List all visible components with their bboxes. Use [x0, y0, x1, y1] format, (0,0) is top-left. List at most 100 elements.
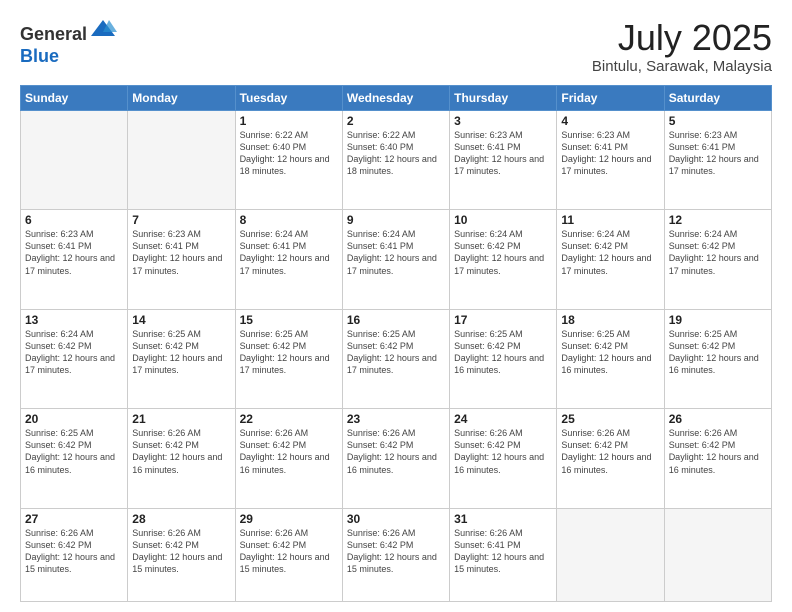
calendar-day-cell: 26Sunrise: 6:26 AMSunset: 6:42 PMDayligh…: [664, 409, 771, 509]
calendar-day-cell: 30Sunrise: 6:26 AMSunset: 6:42 PMDayligh…: [342, 508, 449, 601]
day-detail: Sunrise: 6:25 AMSunset: 6:42 PMDaylight:…: [240, 328, 338, 377]
calendar-day-cell: 23Sunrise: 6:26 AMSunset: 6:42 PMDayligh…: [342, 409, 449, 509]
calendar-week-row: 6Sunrise: 6:23 AMSunset: 6:41 PMDaylight…: [21, 210, 772, 310]
calendar-day-cell: 5Sunrise: 6:23 AMSunset: 6:41 PMDaylight…: [664, 110, 771, 210]
day-number: 3: [454, 114, 552, 128]
day-number: 28: [132, 512, 230, 526]
calendar-table: SundayMondayTuesdayWednesdayThursdayFrid…: [20, 85, 772, 602]
calendar-day-cell: [557, 508, 664, 601]
day-number: 23: [347, 412, 445, 426]
day-detail: Sunrise: 6:26 AMSunset: 6:42 PMDaylight:…: [347, 427, 445, 476]
weekday-header-row: SundayMondayTuesdayWednesdayThursdayFrid…: [21, 85, 772, 110]
day-detail: Sunrise: 6:22 AMSunset: 6:40 PMDaylight:…: [347, 129, 445, 178]
day-detail: Sunrise: 6:25 AMSunset: 6:42 PMDaylight:…: [347, 328, 445, 377]
day-number: 27: [25, 512, 123, 526]
calendar-day-cell: 14Sunrise: 6:25 AMSunset: 6:42 PMDayligh…: [128, 309, 235, 409]
day-number: 20: [25, 412, 123, 426]
day-detail: Sunrise: 6:23 AMSunset: 6:41 PMDaylight:…: [25, 228, 123, 277]
day-number: 26: [669, 412, 767, 426]
calendar-day-cell: 28Sunrise: 6:26 AMSunset: 6:42 PMDayligh…: [128, 508, 235, 601]
day-detail: Sunrise: 6:26 AMSunset: 6:42 PMDaylight:…: [25, 527, 123, 576]
day-number: 17: [454, 313, 552, 327]
calendar-week-row: 13Sunrise: 6:24 AMSunset: 6:42 PMDayligh…: [21, 309, 772, 409]
calendar-day-cell: 1Sunrise: 6:22 AMSunset: 6:40 PMDaylight…: [235, 110, 342, 210]
day-number: 11: [561, 213, 659, 227]
day-number: 25: [561, 412, 659, 426]
day-detail: Sunrise: 6:24 AMSunset: 6:42 PMDaylight:…: [669, 228, 767, 277]
weekday-header-cell: Tuesday: [235, 85, 342, 110]
day-detail: Sunrise: 6:26 AMSunset: 6:42 PMDaylight:…: [561, 427, 659, 476]
day-detail: Sunrise: 6:23 AMSunset: 6:41 PMDaylight:…: [454, 129, 552, 178]
calendar-day-cell: 6Sunrise: 6:23 AMSunset: 6:41 PMDaylight…: [21, 210, 128, 310]
day-number: 19: [669, 313, 767, 327]
calendar-day-cell: 9Sunrise: 6:24 AMSunset: 6:41 PMDaylight…: [342, 210, 449, 310]
day-detail: Sunrise: 6:24 AMSunset: 6:42 PMDaylight:…: [561, 228, 659, 277]
calendar-week-row: 1Sunrise: 6:22 AMSunset: 6:40 PMDaylight…: [21, 110, 772, 210]
day-number: 22: [240, 412, 338, 426]
calendar-day-cell: 12Sunrise: 6:24 AMSunset: 6:42 PMDayligh…: [664, 210, 771, 310]
day-detail: Sunrise: 6:26 AMSunset: 6:42 PMDaylight:…: [669, 427, 767, 476]
logo: General Blue: [20, 18, 117, 67]
weekday-header-cell: Saturday: [664, 85, 771, 110]
logo-text: General Blue: [20, 18, 117, 67]
calendar-day-cell: [128, 110, 235, 210]
calendar-day-cell: 10Sunrise: 6:24 AMSunset: 6:42 PMDayligh…: [450, 210, 557, 310]
day-number: 15: [240, 313, 338, 327]
day-number: 6: [25, 213, 123, 227]
weekday-header-cell: Monday: [128, 85, 235, 110]
day-detail: Sunrise: 6:26 AMSunset: 6:42 PMDaylight:…: [454, 427, 552, 476]
location-title: Bintulu, Sarawak, Malaysia: [592, 58, 772, 75]
calendar-day-cell: 24Sunrise: 6:26 AMSunset: 6:42 PMDayligh…: [450, 409, 557, 509]
day-detail: Sunrise: 6:26 AMSunset: 6:41 PMDaylight:…: [454, 527, 552, 576]
day-number: 31: [454, 512, 552, 526]
day-number: 30: [347, 512, 445, 526]
month-title: July 2025: [592, 18, 772, 58]
day-detail: Sunrise: 6:24 AMSunset: 6:42 PMDaylight:…: [25, 328, 123, 377]
day-number: 9: [347, 213, 445, 227]
day-detail: Sunrise: 6:23 AMSunset: 6:41 PMDaylight:…: [561, 129, 659, 178]
calendar-day-cell: 11Sunrise: 6:24 AMSunset: 6:42 PMDayligh…: [557, 210, 664, 310]
calendar-day-cell: 13Sunrise: 6:24 AMSunset: 6:42 PMDayligh…: [21, 309, 128, 409]
day-number: 14: [132, 313, 230, 327]
day-detail: Sunrise: 6:26 AMSunset: 6:42 PMDaylight:…: [240, 527, 338, 576]
calendar-day-cell: 15Sunrise: 6:25 AMSunset: 6:42 PMDayligh…: [235, 309, 342, 409]
calendar-day-cell: 8Sunrise: 6:24 AMSunset: 6:41 PMDaylight…: [235, 210, 342, 310]
day-number: 18: [561, 313, 659, 327]
calendar-day-cell: 17Sunrise: 6:25 AMSunset: 6:42 PMDayligh…: [450, 309, 557, 409]
day-number: 1: [240, 114, 338, 128]
day-detail: Sunrise: 6:25 AMSunset: 6:42 PMDaylight:…: [25, 427, 123, 476]
calendar-day-cell: 19Sunrise: 6:25 AMSunset: 6:42 PMDayligh…: [664, 309, 771, 409]
day-number: 24: [454, 412, 552, 426]
calendar-day-cell: 7Sunrise: 6:23 AMSunset: 6:41 PMDaylight…: [128, 210, 235, 310]
day-detail: Sunrise: 6:26 AMSunset: 6:42 PMDaylight:…: [240, 427, 338, 476]
calendar-day-cell: [21, 110, 128, 210]
day-detail: Sunrise: 6:22 AMSunset: 6:40 PMDaylight:…: [240, 129, 338, 178]
day-detail: Sunrise: 6:23 AMSunset: 6:41 PMDaylight:…: [132, 228, 230, 277]
day-number: 12: [669, 213, 767, 227]
day-number: 13: [25, 313, 123, 327]
header: General Blue July 2025 Bintulu, Sarawak,…: [20, 18, 772, 75]
day-number: 21: [132, 412, 230, 426]
calendar-day-cell: 22Sunrise: 6:26 AMSunset: 6:42 PMDayligh…: [235, 409, 342, 509]
day-detail: Sunrise: 6:24 AMSunset: 6:41 PMDaylight:…: [240, 228, 338, 277]
day-detail: Sunrise: 6:25 AMSunset: 6:42 PMDaylight:…: [669, 328, 767, 377]
calendar-day-cell: 25Sunrise: 6:26 AMSunset: 6:42 PMDayligh…: [557, 409, 664, 509]
day-detail: Sunrise: 6:25 AMSunset: 6:42 PMDaylight:…: [561, 328, 659, 377]
calendar-day-cell: 16Sunrise: 6:25 AMSunset: 6:42 PMDayligh…: [342, 309, 449, 409]
weekday-header-cell: Wednesday: [342, 85, 449, 110]
calendar-week-row: 20Sunrise: 6:25 AMSunset: 6:42 PMDayligh…: [21, 409, 772, 509]
calendar-day-cell: 4Sunrise: 6:23 AMSunset: 6:41 PMDaylight…: [557, 110, 664, 210]
weekday-header-cell: Sunday: [21, 85, 128, 110]
day-detail: Sunrise: 6:24 AMSunset: 6:41 PMDaylight:…: [347, 228, 445, 277]
logo-icon: [89, 18, 117, 40]
logo-blue: Blue: [20, 46, 59, 66]
day-number: 29: [240, 512, 338, 526]
calendar-day-cell: 31Sunrise: 6:26 AMSunset: 6:41 PMDayligh…: [450, 508, 557, 601]
day-detail: Sunrise: 6:25 AMSunset: 6:42 PMDaylight:…: [132, 328, 230, 377]
calendar-day-cell: 2Sunrise: 6:22 AMSunset: 6:40 PMDaylight…: [342, 110, 449, 210]
day-detail: Sunrise: 6:24 AMSunset: 6:42 PMDaylight:…: [454, 228, 552, 277]
page: General Blue July 2025 Bintulu, Sarawak,…: [0, 0, 792, 612]
calendar-day-cell: 21Sunrise: 6:26 AMSunset: 6:42 PMDayligh…: [128, 409, 235, 509]
weekday-header-cell: Friday: [557, 85, 664, 110]
day-number: 16: [347, 313, 445, 327]
